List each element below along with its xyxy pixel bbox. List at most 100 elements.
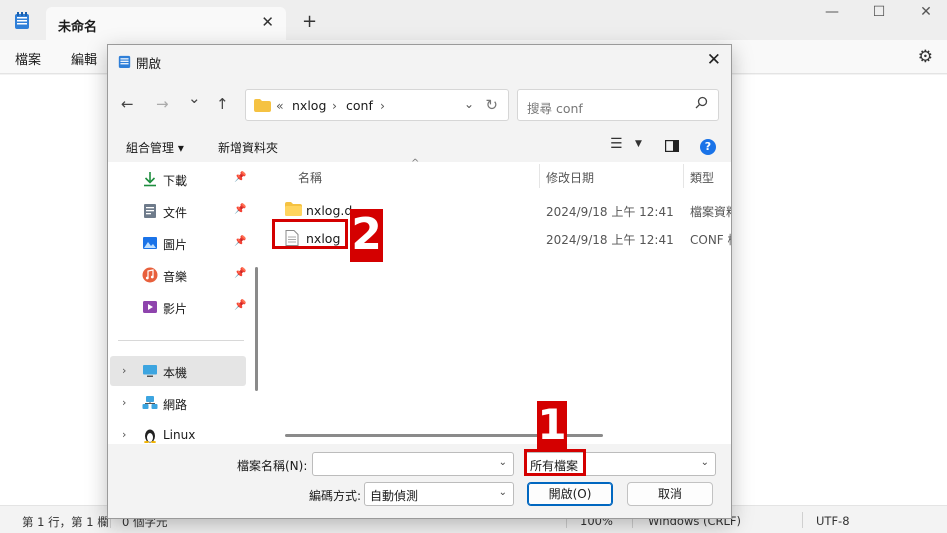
view-list-icon[interactable]: ☰ — [610, 136, 623, 152]
pin-icon: 📌 — [234, 268, 247, 279]
nav-item-label: 音樂 — [163, 270, 188, 284]
column-modified[interactable]: 修改日期 — [546, 169, 594, 186]
address-bar[interactable]: « nxlog › conf › ⌄ ↻ — [245, 89, 509, 121]
view-dropdown-icon[interactable]: ▼ — [635, 139, 642, 149]
menu-edit[interactable]: 編輯 — [71, 49, 97, 68]
folder-icon — [285, 202, 302, 216]
recent-locations-button[interactable]: ⌄ — [188, 89, 201, 107]
search-input[interactable]: 搜尋 conf — [527, 98, 583, 117]
gear-icon[interactable]: ⚙ — [918, 47, 933, 67]
cancel-button[interactable]: 取消 — [627, 482, 713, 506]
nav-item-downloads[interactable]: 下載 📌 — [110, 164, 246, 194]
notepad-app-icon — [15, 12, 29, 29]
status-position: 第 1 行，第 1 欄 — [22, 515, 109, 529]
window-close-button[interactable]: ✕ — [906, 4, 946, 20]
open-dialog: 開啟 ✕ ← → ⌄ ↑ « nxlog › conf › ⌄ ↻ 搜尋 con… — [107, 44, 732, 519]
column-headers: ^ 名稱 修改日期 類型 — [267, 158, 731, 190]
picture-icon — [143, 237, 157, 249]
nav-item-label: Linux — [163, 428, 196, 442]
nav-item-label: 文件 — [163, 206, 188, 220]
nav-item-label: 網路 — [163, 398, 188, 412]
nav-item-label: 下載 — [163, 174, 188, 188]
navigation-pane: 下載 📌 文件 📌 圖片 📌 音樂 📌 影片 📌 › 本機 › 網路 › Lin… — [108, 162, 261, 444]
annotation-box-2 — [272, 219, 348, 249]
search-box[interactable]: 搜尋 conf — [517, 89, 719, 121]
encoding-select[interactable]: 自動偵測 ⌄ — [364, 482, 514, 506]
nav-item-label: 圖片 — [163, 238, 188, 252]
file-type: CONF 檔案 — [690, 233, 731, 247]
column-separator[interactable] — [683, 164, 684, 188]
nav-item-this-pc[interactable]: › 本機 — [110, 356, 246, 386]
organize-menu[interactable]: 組合管理 ▾ — [126, 139, 184, 156]
expand-chevron-icon[interactable]: › — [122, 428, 126, 441]
file-name: nxlog.d — [306, 203, 353, 218]
pin-icon: 📌 — [234, 204, 247, 215]
encoding-value: 自動偵測 — [370, 489, 419, 503]
file-modified: 2024/9/18 上午 12:41 — [546, 205, 674, 219]
address-separator[interactable]: › — [380, 98, 385, 113]
new-folder-button[interactable]: 新增資料夾 — [218, 139, 278, 156]
minimize-button[interactable]: — — [812, 4, 852, 20]
nav-item-linux[interactable]: › Linux — [110, 420, 246, 444]
back-button[interactable]: ← — [121, 95, 134, 113]
close-icon[interactable]: ✕ — [707, 50, 721, 70]
file-name-label: 檔案名稱(N): — [237, 459, 308, 473]
file-name-field[interactable]: ⌄ — [312, 452, 514, 476]
up-button[interactable]: ↑ — [216, 95, 229, 113]
expand-chevron-icon[interactable]: › — [122, 364, 126, 377]
chevron-down-icon[interactable]: ⌄ — [701, 457, 709, 468]
chevron-down-icon[interactable]: ⌄ — [499, 457, 507, 468]
notepad-titlebar: 未命名 ✕ + — ☐ ✕ — [0, 0, 947, 40]
open-button[interactable]: 開啟(O) — [527, 482, 613, 506]
dialog-toolbar: 組合管理 ▾ 新增資料夾 ☰ ▼ ? — [108, 131, 731, 161]
address-segment-conf[interactable]: conf — [346, 98, 373, 113]
pin-icon: 📌 — [234, 300, 247, 311]
video-icon — [143, 301, 157, 313]
notepad-tab[interactable]: 未命名 ✕ — [46, 7, 286, 40]
file-list: ^ 名稱 修改日期 類型 nxlog.d 2024/9/18 上午 12:41 … — [267, 158, 731, 444]
download-icon — [144, 172, 156, 187]
chevron-down-icon[interactable]: ⌄ — [464, 97, 474, 111]
music-icon — [142, 267, 158, 283]
pin-icon: 📌 — [234, 172, 247, 183]
forward-button[interactable]: → — [156, 95, 169, 113]
column-type[interactable]: 類型 — [690, 169, 714, 186]
notepad-app-icon — [118, 55, 131, 68]
new-tab-button[interactable]: + — [302, 11, 317, 32]
search-icon[interactable] — [695, 96, 708, 109]
nav-item-videos[interactable]: 影片 📌 — [110, 292, 246, 322]
nav-item-label: 本機 — [163, 366, 188, 380]
address-overflow[interactable]: « — [276, 98, 284, 113]
annotation-marker-1: 1 — [537, 400, 567, 449]
help-icon[interactable]: ? — [700, 139, 716, 155]
nav-item-documents[interactable]: 文件 📌 — [110, 196, 246, 226]
browser-panes: 下載 📌 文件 📌 圖片 📌 音樂 📌 影片 📌 › 本機 › 網路 › Lin… — [108, 158, 731, 444]
nav-scrollbar[interactable] — [255, 267, 258, 391]
file-type: 檔案資料夾 — [690, 205, 731, 219]
refresh-icon[interactable]: ↻ — [485, 96, 498, 114]
nav-item-music[interactable]: 音樂 📌 — [110, 260, 246, 290]
nav-item-pictures[interactable]: 圖片 📌 — [110, 228, 246, 258]
preview-pane-icon[interactable] — [665, 140, 679, 152]
expand-chevron-icon[interactable]: › — [122, 396, 126, 409]
chevron-down-icon[interactable]: ⌄ — [499, 487, 507, 498]
file-modified: 2024/9/18 上午 12:41 — [546, 233, 674, 247]
annotation-box-1 — [524, 449, 586, 476]
nav-item-network[interactable]: › 網路 — [110, 388, 246, 418]
column-name[interactable]: 名稱 — [298, 169, 322, 186]
dialog-title: 開啟 — [136, 56, 162, 71]
linux-icon — [144, 429, 156, 443]
tab-close-icon[interactable]: ✕ — [261, 13, 274, 31]
address-separator[interactable]: › — [332, 98, 337, 113]
nav-divider — [118, 340, 244, 341]
annotation-marker-2: 2 — [350, 209, 383, 262]
status-encoding: UTF-8 — [816, 514, 850, 528]
maximize-button[interactable]: ☐ — [859, 4, 899, 20]
dialog-footer: 檔案名稱(N): ⌄ 所有檔案 ⌄ 編碼方式: 自動偵測 ⌄ 開啟(O) 取消 — [108, 444, 731, 518]
column-separator[interactable] — [539, 164, 540, 188]
nav-item-label: 影片 — [163, 302, 188, 316]
encoding-label: 編碼方式: — [309, 489, 362, 503]
address-segment-nxlog[interactable]: nxlog — [292, 98, 326, 113]
status-divider — [802, 512, 803, 528]
menu-file[interactable]: 檔案 — [15, 49, 41, 68]
